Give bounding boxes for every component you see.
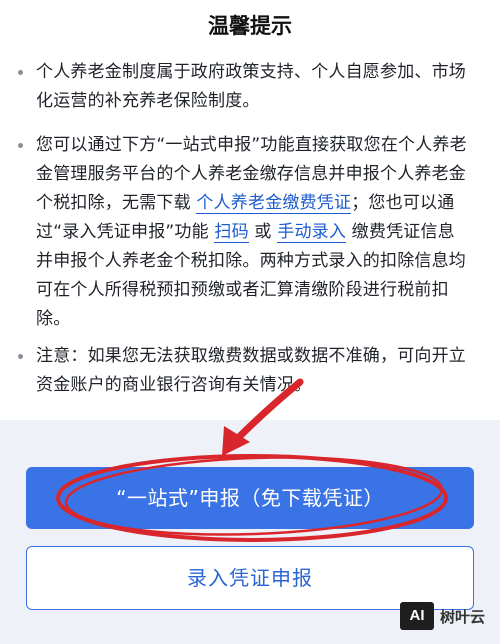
page-title: 温馨提示: [208, 14, 292, 38]
text-segment: 过“录入凭证申报”功能: [36, 222, 215, 242]
text-line: 个人养老金制度属于政府政策支持、个人自愿参加、市场: [36, 62, 466, 82]
watermark-text: 树叶云: [440, 608, 486, 626]
certificate-download-link[interactable]: 个人养老金缴费凭证: [196, 193, 352, 214]
scan-code-link[interactable]: 扫码: [214, 222, 249, 243]
text-segment: 缴费凭证信息: [346, 222, 455, 242]
tip-card: 温馨提示 个人养老金制度属于政府政策支持、个人自愿参加、市场 化运营的补充养老保…: [0, 0, 500, 420]
bullet-dot: [18, 70, 23, 75]
watermark-logo: AI 树叶云: [400, 600, 496, 634]
text-line: 注意：如果您无法获取缴费数据或数据不准确，可向开立: [36, 346, 466, 366]
ai-badge-icon: AI: [400, 602, 434, 630]
manual-entry-link[interactable]: 手动录入: [277, 222, 347, 243]
bullet-dot: [18, 354, 23, 359]
text-line: 可在个人所得税预扣预缴或者汇算清缴阶段进行税前扣: [36, 280, 449, 300]
text-line: 除。: [36, 309, 71, 329]
one-stop-declare-button[interactable]: “一站式”申报（免下载凭证）: [26, 467, 474, 529]
text-segment: ；您也可以通: [351, 193, 455, 213]
text-line: 金管理服务平台的个人养老金缴存信息并申报个人养老金: [36, 164, 466, 184]
bullet-dot: [18, 143, 23, 148]
text-line: 化运营的补充养老保险制度。: [36, 91, 260, 111]
text-segment: 个税扣除，无需下载: [36, 193, 197, 213]
text-line: 过“录入凭证申报”功能 扫码 或 手动录入 缴费凭证信息: [36, 218, 486, 247]
text-line: 并申报个人养老金个税扣除。两种方式录入的扣除信息均: [36, 251, 466, 271]
text-line: 个税扣除，无需下载 个人养老金缴费凭证；您也可以通: [36, 189, 486, 218]
text-segment: 或: [248, 222, 278, 242]
text-line: 您可以通过下方“一站式申报”功能直接获取您在个人养老: [36, 135, 467, 155]
text-line: 资金账户的商业银行咨询有关情况。: [36, 375, 312, 395]
